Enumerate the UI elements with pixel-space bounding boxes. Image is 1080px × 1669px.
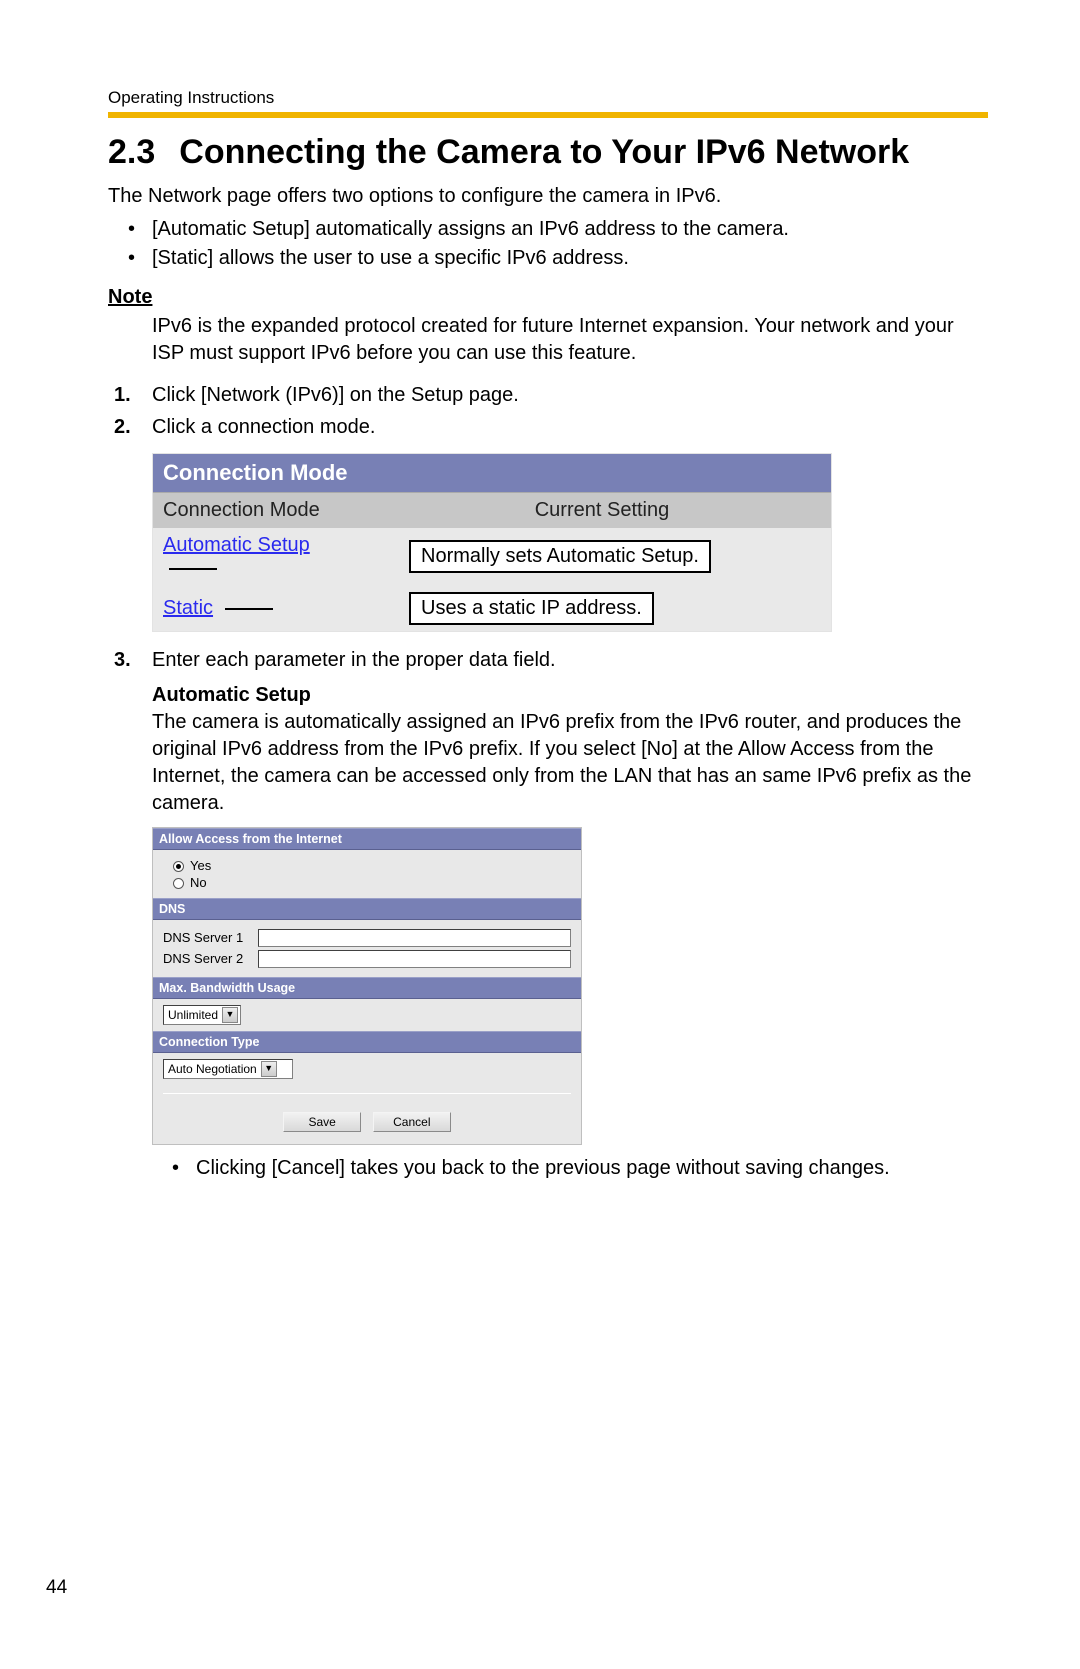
automatic-setup-link[interactable]: Automatic Setup (163, 534, 310, 556)
header-rule (108, 112, 988, 118)
connection-mode-row: Automatic Setup Normally sets Automatic … (153, 528, 831, 586)
page-number: 44 (46, 1577, 67, 1599)
settings-form-figure: Allow Access from the Internet Yes No DN… (152, 827, 582, 1145)
automatic-setup-heading: Automatic Setup (152, 684, 988, 707)
connection-mode-row: Static Uses a static IP address. (153, 586, 831, 631)
section-title: Connecting the Camera to Your IPv6 Netwo… (179, 133, 909, 171)
dns2-label: DNS Server 2 (163, 951, 258, 966)
section-heading: 2.3 Connecting the Camera to Your IPv6 Ne… (108, 132, 988, 173)
step-item: Click a connection mode. (108, 413, 988, 441)
automatic-setup-callout: Normally sets Automatic Setup. (409, 540, 711, 573)
col-connection-mode: Connection Mode (153, 492, 373, 528)
note-body: IPv6 is the expanded protocol created fo… (152, 313, 988, 367)
col-current-setting: Current Setting (373, 492, 831, 528)
section-dns: DNS (153, 898, 581, 920)
bullet-item: [Automatic Setup] automatically assigns … (108, 216, 988, 243)
post-figure-bullets: Clicking [Cancel] takes you back to the … (152, 1155, 988, 1182)
connection-type-select[interactable]: Auto Negotiation ▼ (163, 1059, 293, 1079)
static-callout: Uses a static IP address. (409, 592, 654, 625)
dropdown-arrow-icon: ▼ (222, 1007, 238, 1023)
section-number: 2.3 (108, 132, 155, 173)
connection-mode-header-row: Connection Mode Current Setting (153, 492, 831, 528)
cancel-button[interactable]: Cancel (373, 1112, 451, 1132)
dropdown-arrow-icon: ▼ (261, 1061, 277, 1077)
radio-selected-icon (173, 861, 184, 872)
bullet-item: Clicking [Cancel] takes you back to the … (152, 1155, 988, 1182)
allow-no-radio[interactable]: No (173, 875, 571, 890)
note-heading: Note (108, 286, 988, 309)
connection-mode-figure: Connection Mode Connection Mode Current … (152, 453, 832, 632)
allow-yes-radio[interactable]: Yes (173, 858, 571, 873)
connection-mode-title: Connection Mode (153, 454, 831, 492)
step-item: Click [Network (IPv6)] on the Setup page… (108, 381, 988, 409)
dns2-input[interactable] (258, 950, 571, 968)
section-connection-type: Connection Type (153, 1031, 581, 1053)
section-bandwidth: Max. Bandwidth Usage (153, 977, 581, 999)
connection-type-value: Auto Negotiation (168, 1062, 257, 1076)
radio-unselected-icon (173, 878, 184, 889)
radio-label: Yes (190, 858, 211, 873)
static-link[interactable]: Static (163, 597, 213, 619)
steps-list-cont: Enter each parameter in the proper data … (108, 646, 988, 674)
dns1-label: DNS Server 1 (163, 930, 258, 945)
running-head: Operating Instructions (108, 88, 988, 108)
section-allow-access: Allow Access from the Internet (153, 828, 581, 850)
save-button[interactable]: Save (283, 1112, 361, 1132)
bandwidth-value: Unlimited (168, 1008, 218, 1022)
dns1-input[interactable] (258, 929, 571, 947)
automatic-setup-text: The camera is automatically assigned an … (152, 709, 988, 817)
steps-list: Click [Network (IPv6)] on the Setup page… (108, 381, 988, 441)
intro-text: The Network page offers two options to c… (108, 183, 988, 210)
callout-connector (225, 608, 273, 610)
callout-connector (169, 568, 217, 570)
step-item: Enter each parameter in the proper data … (108, 646, 988, 674)
bullet-item: [Static] allows the user to use a specif… (108, 245, 988, 272)
radio-label: No (190, 875, 207, 890)
divider (163, 1093, 571, 1094)
intro-bullets: [Automatic Setup] automatically assigns … (108, 216, 988, 272)
bandwidth-select[interactable]: Unlimited ▼ (163, 1005, 241, 1025)
